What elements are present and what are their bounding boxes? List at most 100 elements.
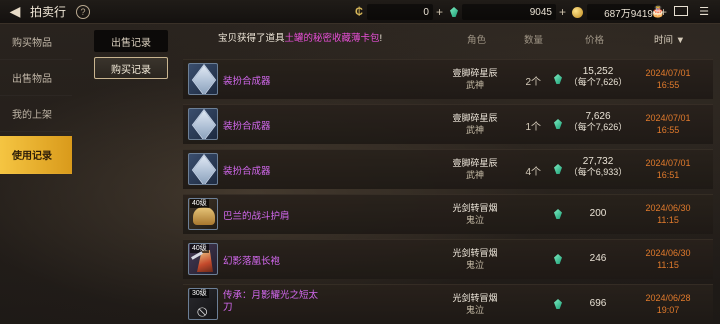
price-total: 15,252 [582,66,614,77]
item-name: 幻影落凰长袍 [223,256,281,267]
column-header-qty: 数量 [524,35,544,46]
role-class: 鬼泣 [465,260,484,270]
menu-icon[interactable]: ☰ [696,3,712,19]
robe-icon: 40级 [188,243,218,275]
notice-suffix: ! [379,33,383,44]
gold-coin-icon [572,6,583,18]
synthesizer-cube-icon [188,63,218,95]
role-cell: 光剑转冒烟 鬼泣 [445,247,505,271]
currency-gold-value: 687万9419 [587,4,657,20]
table-row[interactable]: 40级 巴兰的战斗护肩 光剑转冒烟鬼泣 200 2024/06/30 11:15 [183,194,713,234]
table-row[interactable]: 装扮合成器 壹脚碎星辰 武神 4个 27,732 （每个6,933） 2024/07… [183,149,713,189]
column-header-price: 价格 [585,35,605,46]
role-class: 武神 [465,170,484,180]
price-cell: 200 [568,208,628,219]
price-total: 246 [589,253,607,264]
system-icons: 🎂 ☰ [650,3,712,19]
currency-c-value: 0 [366,4,433,20]
add-c-button[interactable]: + [436,5,443,19]
table-row[interactable]: 30级 传承：月影耀光之短太刀 光剑转冒烟鬼泣 696 2024/06/28 19… [183,284,713,324]
help-icon[interactable]: ? [76,4,91,19]
gem-icon [554,74,562,84]
mail-icon[interactable] [674,6,688,16]
cake-icon[interactable]: 🎂 [650,3,666,19]
role-cell: 壹脚碎星辰 武神 [445,157,505,181]
price-total: 696 [589,298,607,309]
currency-c: ₵ 0 + [355,4,443,20]
tab-sell-records[interactable]: 出售记录 [94,30,168,52]
role-cell: 光剑转冒烟 鬼泣 [445,202,505,226]
sidebar-item-sell[interactable]: 出售物品 [0,60,72,96]
date: 2024/07/01 [645,158,691,168]
sidebar-item-records[interactable]: 使用记录 [0,136,72,174]
gem-icon [554,254,562,264]
time-cell: 2024/06/30 11:15 [638,202,698,226]
time-cell: 2024/07/01 16:55 [638,112,698,136]
notice-item: 土罐的秘密收藏薄卡包 [284,33,380,44]
price-total: 200 [589,208,607,219]
sidebar-item-my-listings[interactable]: 我的上架 [0,96,72,132]
time-cell: 2024/07/01 16:51 [638,157,698,181]
price-cell: 15,252 （每个7,626） [568,66,628,88]
price-each: （每个6,933） [568,167,628,177]
role-name: 壹脚碎星辰 [452,113,498,123]
notice-prefix: 宝贝获得了道具 [218,33,285,44]
price-total: 27,732 [582,156,614,167]
level-badge: 40级 [190,199,209,208]
date: 2024/07/01 [645,113,691,123]
page-title: 拍卖行 [30,5,67,19]
role-class: 鬼泣 [465,215,484,225]
role-cell: 壹脚碎星辰 武神 [445,67,505,91]
c-coin-icon: ₵ [355,6,363,18]
price-cell: 246 [568,253,628,264]
tab-buy-records[interactable]: 购买记录 [94,57,168,79]
notice-banner: 宝贝获得了道具土罐的秘密收藏薄卡包! [218,30,382,44]
item-name: 装扮合成器 [223,121,271,132]
table-row[interactable]: 装扮合成器 壹脚碎星辰 武神 2个 15,252 （每个7,626） 2024/07… [183,59,713,99]
time: 11:15 [657,215,679,225]
column-header-time[interactable]: 时间 ▼ [654,32,685,46]
add-gem-button[interactable]: + [559,5,566,19]
date: 2024/06/30 [645,248,691,258]
sidebar-item-label: 购买物品 [12,38,52,49]
quantity: 2个 [525,77,541,88]
currency-gem-value: 9045 [462,4,556,20]
time-cell: 2024/06/28 19:07 [638,292,698,316]
time: 16:55 [656,125,680,135]
role-class: 武神 [465,125,484,135]
sidebar-item-buy[interactable]: 购买物品 [0,24,72,60]
level-badge: 40级 [190,244,209,253]
sidebar-item-label: 出售物品 [12,74,52,85]
date: 2024/06/28 [645,293,691,303]
date: 2024/07/01 [645,68,691,78]
price-each: （每个7,626） [568,77,628,87]
time-cell: 2024/06/30 11:15 [638,247,698,271]
role-name: 光剑转冒烟 [452,203,498,213]
role-class: 鬼泣 [465,305,484,315]
short-sword-icon: 30级 [188,288,218,320]
table-row[interactable]: 40级 幻影落凰长袍 光剑转冒烟鬼泣 246 2024/06/30 11:15 [183,239,713,279]
role-name: 光剑转冒烟 [452,248,498,258]
synthesizer-cube-icon [188,153,218,185]
price-total: 7,626 [585,111,611,122]
item-name: 巴兰的战斗护肩 [223,211,290,222]
gem-icon [554,119,562,129]
sidebar-item-label: 使用记录 [12,151,52,162]
role-cell: 壹脚碎星辰 武神 [445,112,505,136]
price-cell: 7,626 （每个7,626） [568,111,628,133]
level-badge: 30级 [190,289,209,298]
price-each: （每个7,626） [568,122,628,132]
role-name: 光剑转冒烟 [452,293,498,303]
sidebar-item-label: 我的上架 [12,110,52,121]
item-name: 装扮合成器 [223,166,271,177]
time: 19:07 [656,305,680,315]
gem-icon [554,164,562,174]
item-name: 传承：月影耀光之短太刀 [223,290,319,313]
back-arrow-icon[interactable]: ◀ [4,0,26,24]
role-class: 武神 [465,80,484,90]
price-cell: 696 [568,298,628,309]
sidebar: 购买物品 出售物品 我的上架 使用记录 [0,24,72,324]
table-row[interactable]: 装扮合成器 壹脚碎星辰武神 1个 7,626 （每个7,626） 2024/07/… [183,104,713,144]
quantity: 1个 [525,122,541,133]
time: 16:51 [656,170,680,180]
